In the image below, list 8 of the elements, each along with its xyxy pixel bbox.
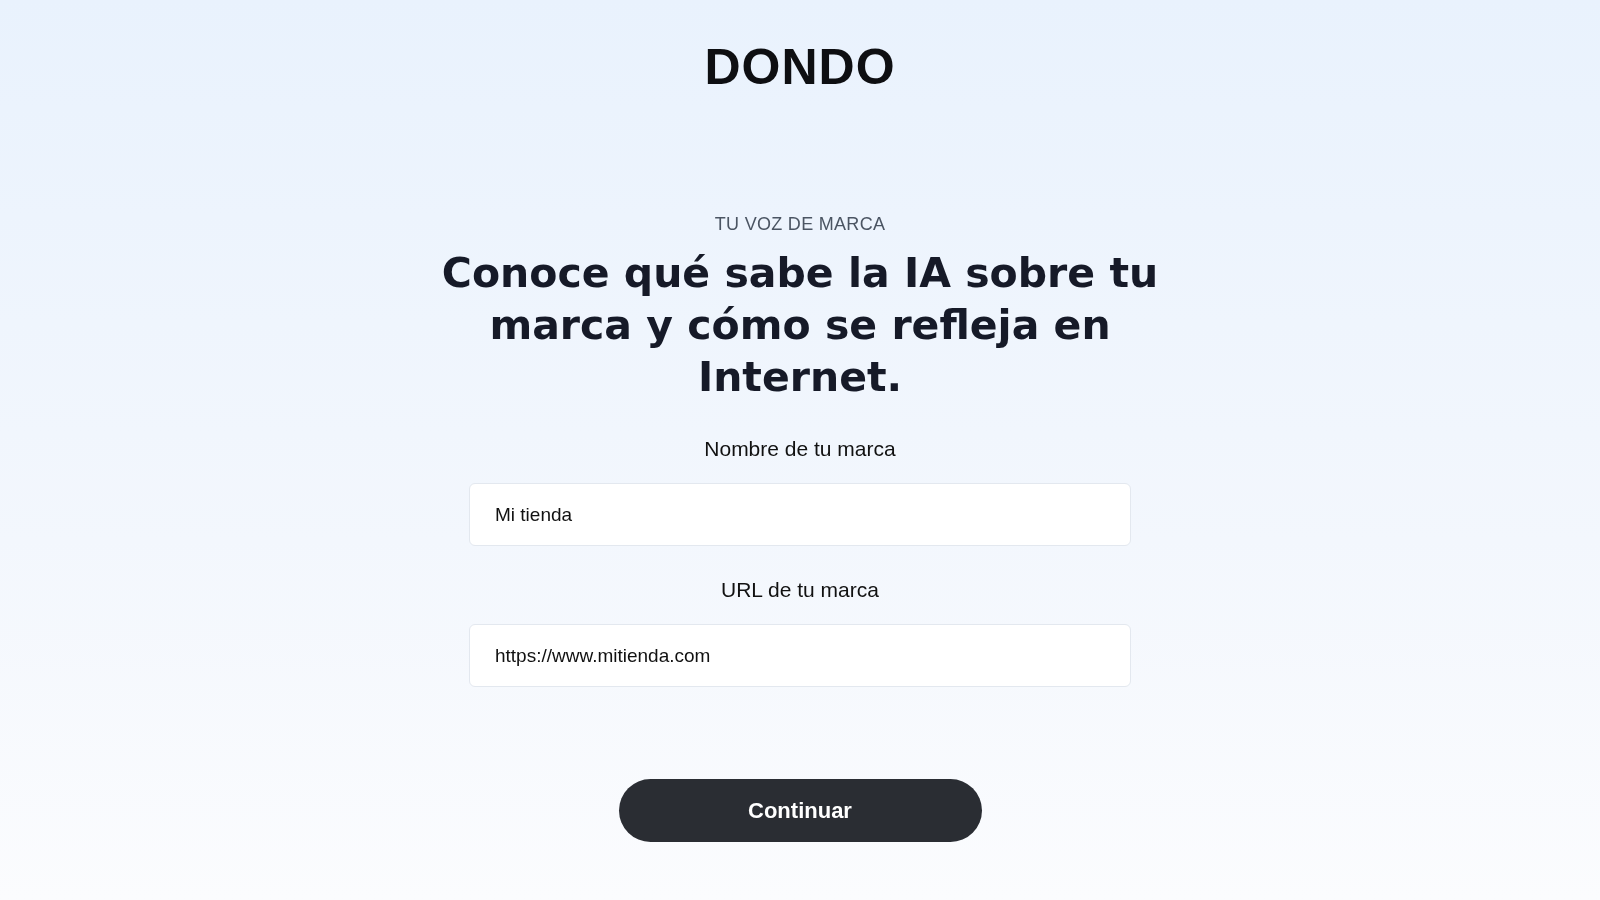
heading: Conoce qué sabe la IA sobre tu marca y cómo se refleja en Internet. <box>440 248 1160 403</box>
field-label: Nombre de tu marca <box>704 437 896 461</box>
input-field[interactable]: Mi tienda <box>469 483 1131 546</box>
logo: DONDO <box>704 44 896 90</box>
input-field[interactable]: https://www.mitienda.com <box>469 624 1131 687</box>
field-label: URL de tu marca <box>721 578 879 602</box>
continue-button[interactable]: Continuar <box>618 779 982 842</box>
section-label: TU VOZ DE MARCA <box>714 214 886 235</box>
